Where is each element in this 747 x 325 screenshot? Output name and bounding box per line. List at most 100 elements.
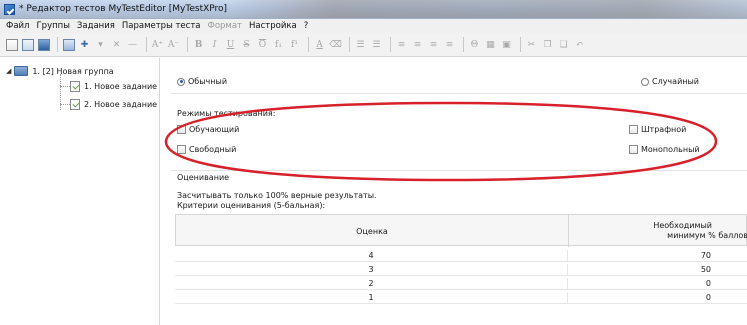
column-header-grade[interactable]: Оценка <box>176 215 569 247</box>
font-shrink-icon[interactable]: A⁻ <box>167 38 180 51</box>
add-task-icon[interactable]: ✚ <box>78 38 91 51</box>
menu-item[interactable]: Формат <box>208 21 243 31</box>
overline-icon[interactable]: O <box>256 38 269 51</box>
toolbar-separator <box>390 37 391 52</box>
table-row[interactable]: 1 0 <box>175 292 747 304</box>
menu-item[interactable]: Файл <box>6 21 29 31</box>
table-header: Оценка Необходимый минимум % баллов <box>175 214 747 247</box>
modes-title: Режимы тестирования: <box>177 109 276 118</box>
numbered-list-icon[interactable]: ☰ <box>370 38 383 51</box>
insert-image-icon[interactable]: ▣ <box>500 38 513 51</box>
tree-task-label: 2. Новое задание <box>84 100 158 109</box>
tree-task-item[interactable]: 2. Новое задание <box>70 99 157 110</box>
bold-icon[interactable]: B <box>192 38 205 51</box>
tree-task-item[interactable]: 1. Новое задание <box>70 81 157 92</box>
menu-item[interactable]: Параметры теста <box>122 21 201 31</box>
menu-item[interactable]: Группы <box>36 21 69 31</box>
toolbar-separator <box>308 37 309 52</box>
grade-cell: 4 <box>175 250 568 262</box>
open-file-icon[interactable] <box>21 38 34 51</box>
folder-icon <box>14 66 29 76</box>
table-row[interactable]: 3 50 <box>175 264 747 276</box>
minimum-cell[interactable]: 50 <box>568 264 747 276</box>
align-right-icon[interactable]: ≡ <box>427 38 440 51</box>
toolbar-separator <box>146 37 147 52</box>
app-icon <box>4 3 15 15</box>
tree-task-label: 1. Новое задание <box>84 82 158 91</box>
grading-criteria-label: Критерии оценивания (5-бальная): <box>177 201 326 210</box>
superscript-icon[interactable]: f¹ <box>288 38 301 51</box>
align-left-icon[interactable]: ≡ <box>395 38 408 51</box>
add-group-icon[interactable] <box>62 38 75 51</box>
tree-connector <box>60 86 70 87</box>
toolbar-separator <box>349 37 350 52</box>
mode-penalty-checkbox[interactable]: Штрафной <box>629 125 686 134</box>
save-icon[interactable] <box>37 38 50 51</box>
copy-icon[interactable]: ❐ <box>541 38 554 51</box>
align-center-icon[interactable]: ≡ <box>411 38 424 51</box>
window-titlebar: * Редактор тестов MyTestEditor [MyTestXP… <box>0 0 747 19</box>
grading-note: Засчитывать только 100% верные результат… <box>177 191 377 200</box>
checkbox[interactable] <box>177 125 186 134</box>
mode-learning-label: Обучающий <box>189 125 240 134</box>
grade-cell: 3 <box>175 264 568 276</box>
order-ordinary-label: Обычный <box>188 77 228 86</box>
divider <box>171 170 747 171</box>
radio-button[interactable] <box>177 77 185 86</box>
task-icon <box>70 99 80 110</box>
toolbar-separator <box>57 37 58 52</box>
minus-icon[interactable]: — <box>126 38 139 51</box>
order-ordinary-radio[interactable]: Обычный <box>177 77 227 86</box>
mode-free-checkbox[interactable]: Свободный <box>177 145 236 154</box>
window-title: * Редактор тестов MyTestEditor [MyTestXP… <box>19 4 228 14</box>
table-row[interactable]: 4 70 <box>175 250 747 262</box>
radio-button[interactable] <box>641 77 649 86</box>
subscript-icon[interactable]: f₁ <box>272 38 285 51</box>
minimum-cell[interactable]: 0 <box>568 292 747 304</box>
toolbar-separator <box>187 37 188 52</box>
minimum-cell[interactable]: 0 <box>568 278 747 290</box>
expand-arrow-icon[interactable]: ◢ <box>6 67 11 75</box>
insert-table-icon[interactable]: ▦ <box>484 38 497 51</box>
menu-item[interactable]: Задания <box>77 21 115 31</box>
tree-group-label: 1. [2] Новая группа <box>32 66 114 76</box>
minimum-cell[interactable]: 70 <box>568 250 747 262</box>
mode-penalty-label: Штрафной <box>641 125 687 134</box>
column-header-minimum[interactable]: Необходимый минимум % баллов <box>569 215 747 247</box>
divider <box>171 93 747 94</box>
strikethrough-icon[interactable]: S <box>240 38 253 51</box>
text-color-icon[interactable]: A <box>313 38 326 51</box>
toolbar: ✚ ▾ ✕ — A⁺ A⁻ B I U S O f₁ f¹ A ⌫ ☰ ☰ ≡ … <box>0 33 747 57</box>
menu-bar: Файл Группы Задания Параметры теста Формат На… <box>0 19 747 33</box>
grading-title: Оценивание <box>177 173 230 182</box>
task-tree: ◢ 1. [2] Новая группа 1. Новое задание 2… <box>0 58 160 325</box>
checkbox[interactable] <box>629 145 638 154</box>
menu-item[interactable]: Настройка <box>249 21 297 31</box>
mode-monopoly-label: Монопольный <box>641 145 700 154</box>
mode-monopoly-checkbox[interactable]: Монопольный <box>629 145 700 154</box>
paste-icon[interactable]: ❏ <box>557 38 570 51</box>
delete-icon[interactable]: ✕ <box>110 38 123 51</box>
bullet-list-icon[interactable]: ☰ <box>354 38 367 51</box>
clear-format-icon[interactable]: ⌫ <box>329 38 342 51</box>
align-justify-icon[interactable]: ≡ <box>443 38 456 51</box>
cut-icon[interactable]: ✂ <box>525 38 538 51</box>
italic-icon[interactable]: I <box>208 38 221 51</box>
menu-item[interactable]: ? <box>304 21 309 31</box>
task-icon <box>70 81 80 92</box>
order-random-label: Случайный <box>652 77 700 86</box>
grade-cell: 1 <box>175 292 568 304</box>
dropdown-arrow-icon[interactable]: ▾ <box>94 38 107 51</box>
mode-learning-checkbox[interactable]: Обучающий <box>177 125 239 134</box>
special-char-icon[interactable]: Θ <box>468 38 481 51</box>
table-row[interactable]: 2 0 <box>175 278 747 290</box>
order-random-radio[interactable]: Случайный <box>641 77 699 86</box>
new-file-icon[interactable] <box>5 38 18 51</box>
checkbox[interactable] <box>629 125 638 134</box>
font-grow-icon[interactable]: A⁺ <box>151 38 164 51</box>
checkbox[interactable] <box>177 145 186 154</box>
column-header-minimum-line1: Необходимый <box>653 221 712 230</box>
underline-icon[interactable]: U <box>224 38 237 51</box>
mode-free-label: Свободный <box>189 145 237 154</box>
undo-icon[interactable]: ↶ <box>573 38 586 51</box>
